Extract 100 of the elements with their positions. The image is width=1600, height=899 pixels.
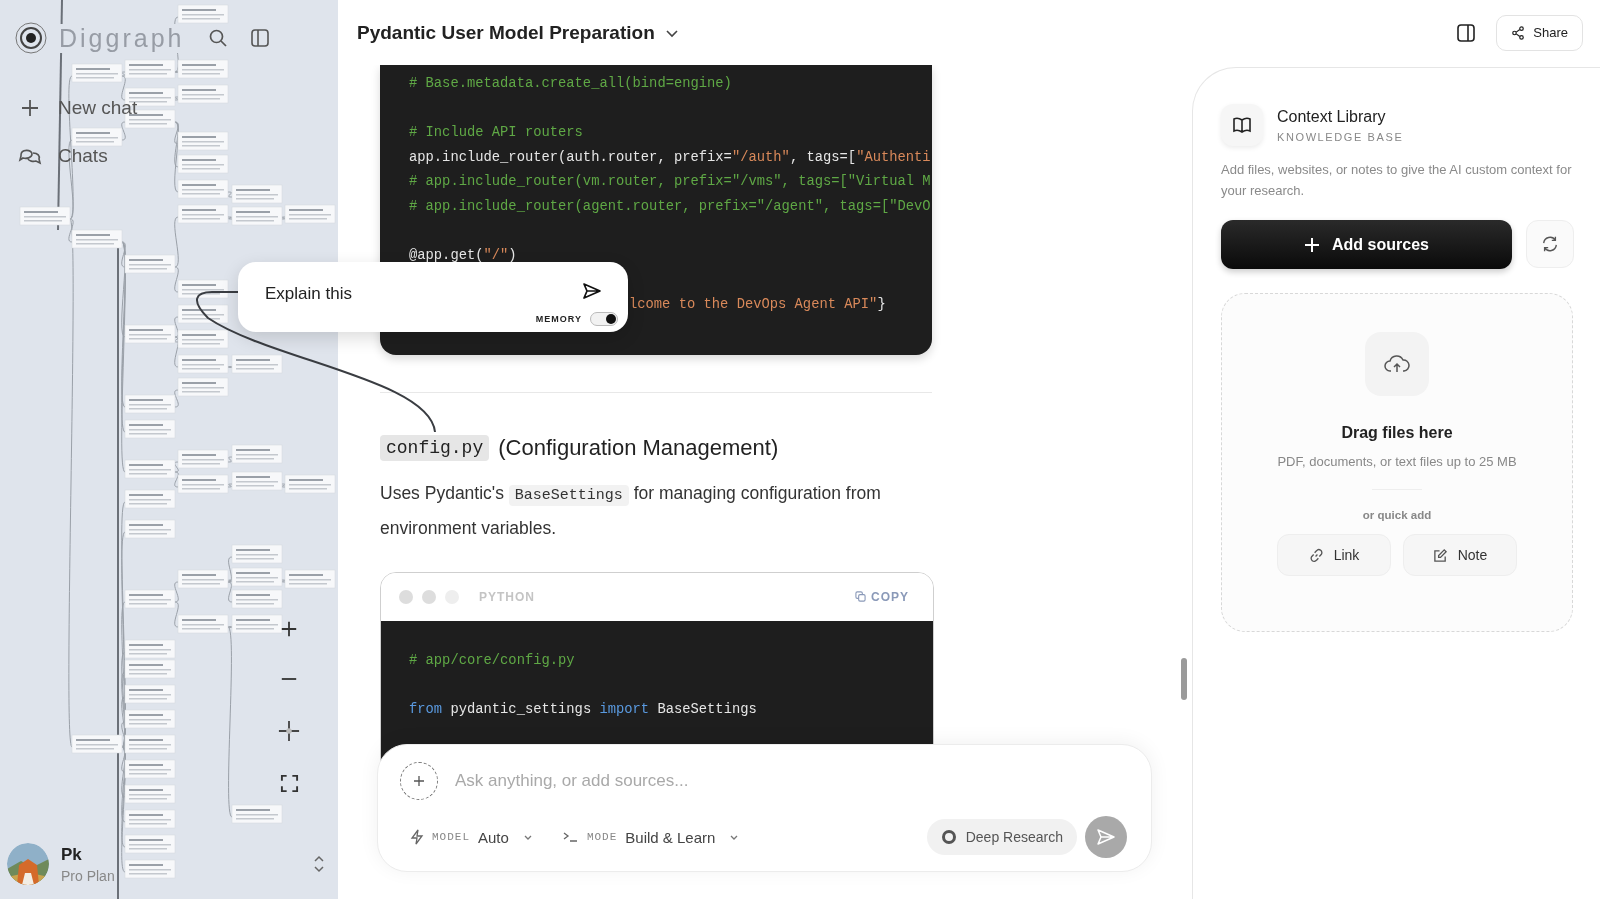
mind-map-node[interactable] xyxy=(124,419,176,439)
mind-map-node[interactable] xyxy=(231,614,283,634)
mind-map-node[interactable] xyxy=(71,229,123,249)
chevron-up-down-icon[interactable] xyxy=(313,854,325,874)
sidebar-toggle-icon[interactable] xyxy=(250,28,271,48)
add-button[interactable] xyxy=(400,762,438,800)
mind-map-node[interactable] xyxy=(177,304,229,324)
search-icon[interactable] xyxy=(208,28,229,48)
crosshair-icon[interactable] xyxy=(278,720,300,742)
mind-map-node[interactable] xyxy=(231,544,283,564)
mind-map-node[interactable] xyxy=(124,589,176,609)
share-button[interactable]: Share xyxy=(1496,14,1583,51)
refresh-button[interactable] xyxy=(1526,220,1574,268)
mind-map-node[interactable] xyxy=(284,204,336,224)
code-line: app.include_router(auth.router, prefix="/auth", tags=["Authenti xyxy=(409,148,931,167)
panel-toggle-icon[interactable] xyxy=(1456,22,1477,43)
note-button[interactable]: Note xyxy=(1403,534,1517,576)
fullscreen-icon[interactable] xyxy=(279,774,299,793)
send-icon xyxy=(582,280,602,301)
zoom-in-icon[interactable] xyxy=(280,620,298,638)
language-label: PYTHON xyxy=(479,589,536,604)
memory-toggle[interactable] xyxy=(590,312,618,326)
code-line: from pydantic_settings import BaseSettings xyxy=(409,701,757,720)
mind-map-node[interactable] xyxy=(231,567,283,587)
mind-map-node[interactable] xyxy=(284,569,336,589)
add-sources-button[interactable]: Add sources xyxy=(1221,220,1512,269)
mind-map-node[interactable] xyxy=(124,734,176,754)
mind-map-node[interactable] xyxy=(177,614,229,634)
code-line: @app.get("/") xyxy=(409,247,517,266)
mind-map-node[interactable] xyxy=(71,734,123,754)
connector-line xyxy=(121,121,126,141)
connector-line xyxy=(174,389,179,408)
circle-icon xyxy=(940,829,957,845)
share-icon xyxy=(1511,25,1526,40)
mind-map-node[interactable] xyxy=(177,4,229,24)
mind-map-node[interactable] xyxy=(284,474,336,494)
drop-hint: PDF, documents, or text files up to 25 MB xyxy=(1277,454,1517,469)
mind-map-node[interactable] xyxy=(177,179,229,199)
file-name-tag: config.py xyxy=(380,434,490,461)
mind-map-node[interactable] xyxy=(177,279,229,299)
mind-map-node[interactable] xyxy=(124,324,176,344)
mind-map-node[interactable] xyxy=(124,834,176,854)
book-icon xyxy=(1221,104,1263,146)
copy-icon xyxy=(855,591,866,603)
mind-map-node[interactable] xyxy=(177,131,229,151)
mind-map-node[interactable] xyxy=(71,63,123,83)
drop-zone[interactable]: Drag files here PDF, documents, or text files up to 25 MB or quick add Link Note xyxy=(1221,293,1573,632)
code-line: # Include API routers xyxy=(409,124,583,143)
memory-label: MEMORY xyxy=(535,314,582,324)
code-line: # app.include_router(vm.router, prefix="/vms", tags=["Virtual M xyxy=(409,173,931,192)
mind-map-node[interactable] xyxy=(231,804,283,824)
chat-title[interactable]: Pydantic User Model Preparation xyxy=(357,21,679,44)
mind-map-node[interactable] xyxy=(231,184,283,204)
mind-map-node[interactable] xyxy=(124,519,176,539)
mind-map-node[interactable] xyxy=(177,329,229,349)
mind-map-node[interactable] xyxy=(177,474,229,494)
mind-map-node[interactable] xyxy=(177,377,229,397)
mind-map-node[interactable] xyxy=(124,254,176,274)
mode-selector[interactable]: MODE Build & Learn xyxy=(562,828,740,846)
mind-map-node[interactable] xyxy=(231,354,283,374)
quick-add-label: or quick add xyxy=(1362,509,1432,521)
mind-map-node[interactable] xyxy=(177,84,229,104)
upload-cloud-icon xyxy=(1365,332,1429,396)
mind-map-node[interactable] xyxy=(177,354,229,374)
library-description: Add files, websites, or notes to give the AI custom context for your research. xyxy=(1221,161,1573,200)
mind-map-node[interactable] xyxy=(19,206,71,226)
logo-icon xyxy=(15,22,47,54)
mind-map-node[interactable] xyxy=(177,204,229,224)
code-line: lcome to the DevOps Agent API"} xyxy=(629,296,886,315)
mind-map-node[interactable] xyxy=(231,589,283,609)
terminal-icon xyxy=(562,831,579,843)
mind-map-node[interactable] xyxy=(124,684,176,704)
deep-research-button[interactable]: Deep Research xyxy=(926,819,1077,855)
mind-map-node[interactable] xyxy=(177,569,229,589)
mind-map-node[interactable] xyxy=(177,449,229,469)
library-subtitle: KNOWLEDGE BASE xyxy=(1277,130,1404,143)
mind-map-node[interactable] xyxy=(124,394,176,414)
model-selector[interactable]: MODEL Auto xyxy=(410,828,533,846)
mind-map-node[interactable] xyxy=(124,489,176,509)
mind-map-node[interactable] xyxy=(124,709,176,729)
send-icon xyxy=(1096,827,1116,847)
mind-map-node[interactable] xyxy=(124,59,176,79)
mind-map-node[interactable] xyxy=(124,759,176,779)
mind-map-node[interactable] xyxy=(231,206,283,226)
mind-map-node[interactable] xyxy=(231,444,283,464)
mind-map-node[interactable] xyxy=(177,59,229,79)
mind-map-node[interactable] xyxy=(124,659,176,679)
mind-map-node[interactable] xyxy=(124,809,176,829)
code-line: # Base.metadata.create_all(bind=engine) xyxy=(409,75,732,93)
mind-map-node[interactable] xyxy=(124,459,176,479)
refresh-icon xyxy=(1541,235,1559,253)
mind-map-node[interactable] xyxy=(124,859,176,879)
lightning-icon xyxy=(410,829,424,845)
mind-map-node[interactable] xyxy=(231,471,283,491)
mind-map-node[interactable] xyxy=(124,784,176,804)
mind-map-node[interactable] xyxy=(177,154,229,174)
mind-map-node[interactable] xyxy=(124,639,176,659)
link-button[interactable]: Link xyxy=(1277,534,1391,576)
mind-map-node[interactable] xyxy=(71,127,123,147)
window-dots-icon xyxy=(399,589,459,604)
